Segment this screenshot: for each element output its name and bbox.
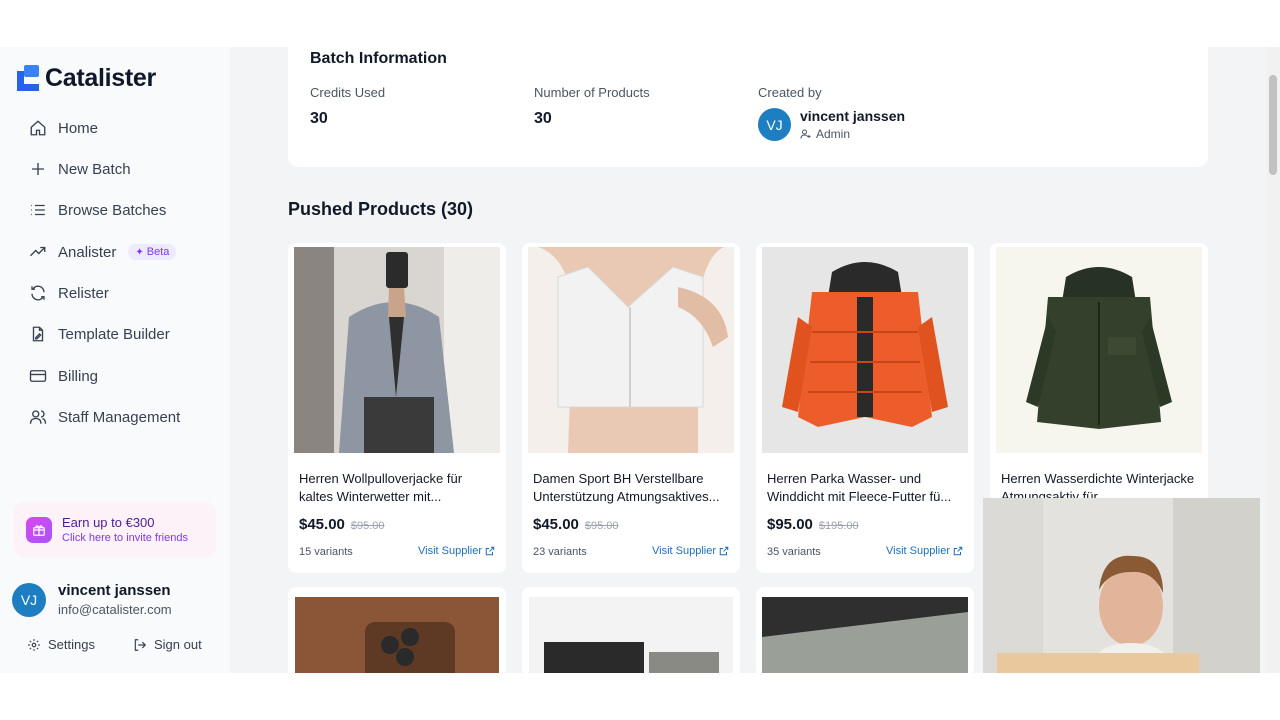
product-price: $95.00: [767, 516, 813, 533]
sparkle-icon: ✦: [135, 246, 144, 258]
plus-icon: [28, 159, 48, 179]
sidebar-item-label: Billing: [58, 367, 99, 385]
creator-name: vincent janssen: [800, 108, 906, 124]
settings-label: Settings: [48, 637, 95, 652]
batch-information-card: Batch Information Credits Used 30 Number…: [288, 47, 1208, 167]
sign-out-icon: [133, 638, 147, 652]
scrollbar-thumb[interactable]: [1269, 75, 1277, 175]
sidebar-item-new-batch[interactable]: New Batch: [20, 152, 215, 186]
number-of-products-label: Number of Products: [534, 85, 650, 100]
product-card[interactable]: Damen Sport BH Verstellbare Unterstützun…: [522, 243, 740, 573]
sidebar-item-analister[interactable]: Analister ✦ Beta: [20, 235, 215, 269]
sidebar-item-staff-management[interactable]: Staff Management: [20, 400, 215, 434]
created-by-label: Created by: [758, 85, 822, 100]
sign-out-link[interactable]: Sign out: [133, 637, 202, 652]
list-icon: [28, 200, 48, 220]
gear-icon: [27, 638, 41, 652]
product-card[interactable]: [288, 587, 506, 673]
credit-card-icon: [28, 366, 48, 386]
creator-role: Admin: [800, 127, 905, 141]
user-profile[interactable]: VJ vincent janssen info@catalister.com: [12, 582, 172, 617]
gift-icon: [26, 516, 52, 543]
invite-friends-banner[interactable]: Earn up to €300 Click here to invite fri…: [14, 502, 216, 557]
external-link-icon: [953, 546, 963, 556]
visit-supplier-link[interactable]: Visit Supplier: [886, 545, 963, 557]
sidebar-item-home[interactable]: Home: [20, 111, 215, 145]
product-image: [762, 247, 968, 453]
trending-icon: [28, 242, 48, 262]
catalister-logo-icon: [17, 65, 39, 91]
product-price: $45.00: [533, 516, 579, 533]
refresh-icon: [28, 283, 48, 303]
external-link-icon: [719, 546, 729, 556]
settings-link[interactable]: Settings: [27, 637, 95, 652]
user-role-icon: [800, 129, 811, 139]
product-image: [294, 247, 500, 453]
invite-title: Earn up to €300: [62, 515, 155, 530]
user-name: vincent janssen: [58, 582, 171, 599]
sidebar-item-browse-batches[interactable]: Browse Batches: [20, 193, 215, 227]
product-image: [528, 247, 734, 453]
product-old-price: $95.00: [584, 520, 619, 532]
product-image: [762, 597, 968, 673]
sign-out-label: Sign out: [154, 637, 202, 652]
product-variants: 23 variants: [533, 546, 587, 558]
product-card[interactable]: [522, 587, 740, 673]
product-price: $45.00: [299, 516, 345, 533]
user-email: info@catalister.com: [58, 602, 172, 617]
number-of-products-value: 30: [534, 110, 552, 127]
created-by: Created by VJ vincent janssen Admin: [758, 85, 905, 141]
sidebar-item-label: New Batch: [58, 160, 131, 178]
product-card[interactable]: Herren Parka Wasser- und Winddicht mit F…: [756, 243, 974, 573]
file-edit-icon: [28, 324, 48, 344]
avatar: VJ: [12, 582, 46, 617]
sidebar-item-label: Analister: [58, 243, 117, 261]
invite-subtitle: Click here to invite friends: [62, 532, 188, 544]
price-row: $45.00 $95.00: [299, 516, 385, 533]
product-title: Damen Sport BH Verstellbare Unterstützun…: [533, 471, 720, 504]
number-of-products-stat: Number of Products 30: [534, 85, 650, 128]
product-card[interactable]: Herren Wollpulloverjacke für kaltes Wint…: [288, 243, 506, 573]
app-name: Catalister: [45, 63, 156, 92]
sidebar-item-relister[interactable]: Relister: [20, 276, 215, 310]
price-row: $45.00 $95.00: [533, 516, 619, 533]
users-icon: [28, 407, 48, 427]
product-card[interactable]: [756, 587, 974, 673]
sidebar-item-label: Template Builder: [58, 325, 170, 343]
sidebar-item-billing[interactable]: Billing: [20, 359, 215, 393]
product-image: [996, 247, 1202, 453]
sidebar: Catalister Home New Batch Browse Batches: [0, 47, 230, 673]
visit-supplier-link[interactable]: Visit Supplier: [652, 545, 729, 557]
product-title: Herren Wollpulloverjacke für kaltes Wint…: [299, 471, 463, 504]
home-icon: [28, 118, 48, 138]
avatar: VJ: [758, 108, 791, 141]
product-title: Herren Parka Wasser- und Winddicht mit F…: [767, 471, 952, 504]
visit-supplier-link[interactable]: Visit Supplier: [418, 545, 495, 557]
product-variants: 15 variants: [299, 546, 353, 558]
price-row: $95.00 $195.00: [767, 516, 859, 533]
beta-badge: ✦ Beta: [128, 244, 177, 260]
logo[interactable]: Catalister: [15, 63, 156, 93]
product-old-price: $95.00: [350, 520, 385, 532]
product-variants: 35 variants: [767, 546, 821, 558]
sidebar-item-label: Browse Batches: [58, 201, 167, 219]
scrollbar[interactable]: [1266, 47, 1280, 673]
product-image: [529, 597, 733, 673]
product-old-price: $195.00: [818, 520, 859, 532]
sidebar-item-label: Staff Management: [58, 408, 181, 426]
product-image: [295, 597, 499, 673]
credits-used-stat: Credits Used 30: [310, 85, 385, 128]
webcam-overlay: [983, 498, 1260, 673]
sidebar-item-template-builder[interactable]: Template Builder: [20, 317, 215, 351]
credits-used-value: 30: [310, 110, 328, 127]
sidebar-item-label: Relister: [58, 284, 109, 302]
sidebar-item-label: Home: [58, 119, 99, 137]
external-link-icon: [485, 546, 495, 556]
batch-title: Batch Information: [310, 50, 447, 67]
pushed-products-title: Pushed Products (30): [288, 199, 474, 219]
credits-used-label: Credits Used: [310, 85, 386, 100]
